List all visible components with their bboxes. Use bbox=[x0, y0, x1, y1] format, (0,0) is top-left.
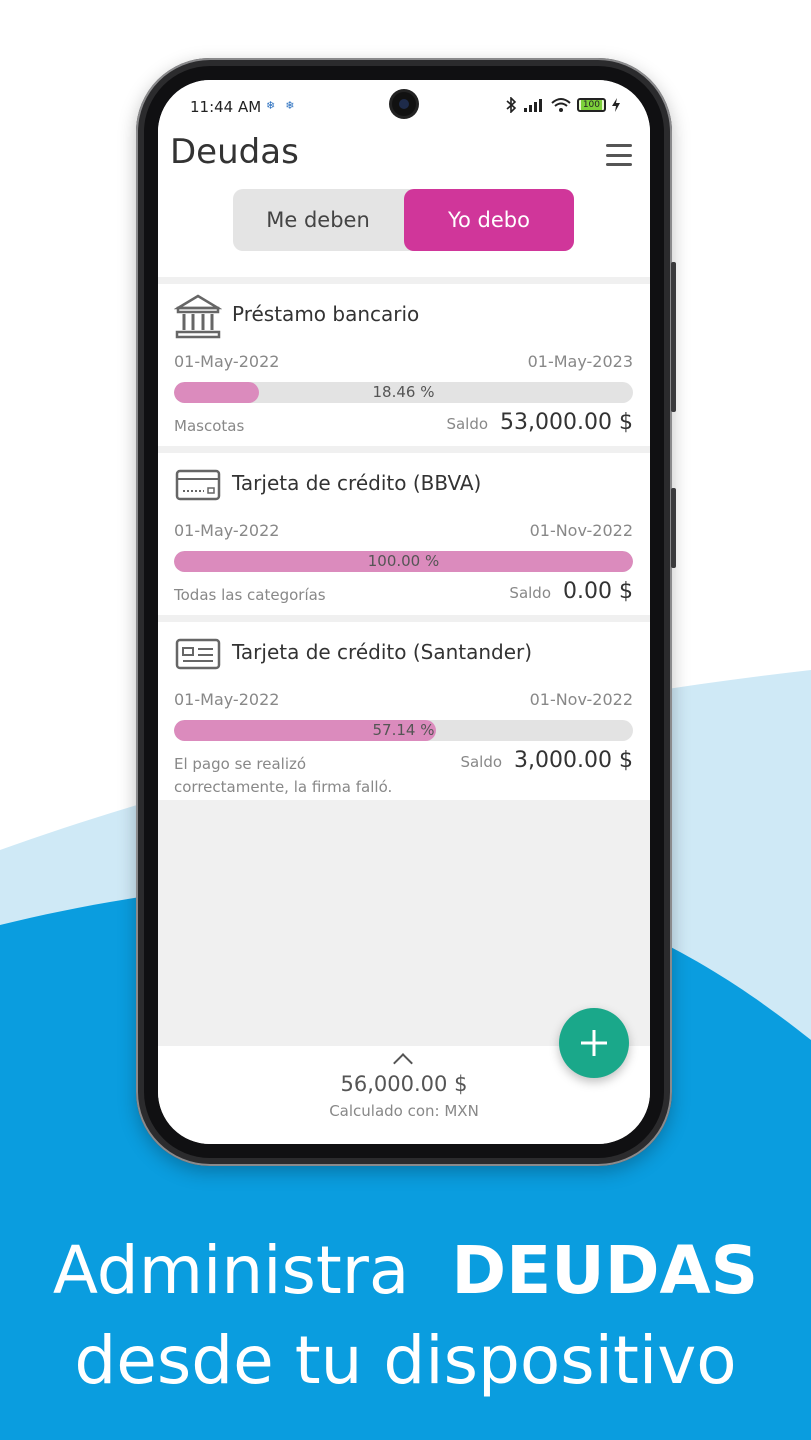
balance-value: 0.00 $ bbox=[563, 579, 633, 604]
debt-balance: Saldo 53,000.00 $ bbox=[446, 410, 633, 435]
phone-side-button bbox=[671, 262, 676, 412]
debt-name: Tarjeta de crédito (Santander) bbox=[232, 640, 533, 664]
progress-text: 18.46 % bbox=[372, 383, 435, 401]
debt-category: Mascotas bbox=[174, 417, 245, 435]
tab-me-deben[interactable]: Me deben bbox=[233, 189, 403, 251]
debt-end-date: 01-Nov-2022 bbox=[529, 521, 633, 540]
app-screen: 11:44 AM ❄❄ 100 Deudas Me deben Yo debo bbox=[158, 80, 650, 1144]
debt-direction-toggle: Me deben Yo debo bbox=[233, 189, 574, 251]
bank-icon bbox=[174, 294, 222, 339]
progress-text: 100.00 % bbox=[367, 552, 440, 570]
debt-start-date: 01-May-2022 bbox=[174, 521, 280, 540]
progress-text: 57.14 % bbox=[372, 721, 435, 739]
charging-icon bbox=[612, 98, 620, 112]
id-card-icon bbox=[175, 638, 221, 670]
debt-card[interactable]: Tarjeta de crédito (Santander) 01-May-20… bbox=[158, 622, 650, 800]
debt-name: Tarjeta de crédito (BBVA) bbox=[232, 471, 482, 495]
signal-icon bbox=[523, 99, 542, 112]
debt-balance: Saldo 0.00 $ bbox=[509, 579, 633, 604]
debt-start-date: 01-May-2022 bbox=[174, 352, 280, 371]
bluetooth-icon bbox=[506, 97, 516, 113]
status-icons: 100 bbox=[505, 97, 620, 113]
promo-line1-normal: Administra bbox=[52, 1232, 410, 1309]
credit-card-icon bbox=[175, 469, 221, 501]
debt-balance: Saldo 3,000.00 $ bbox=[460, 748, 633, 773]
balance-label: Saldo bbox=[509, 584, 552, 602]
debt-card[interactable]: Tarjeta de crédito (BBVA) 01-May-2022 01… bbox=[158, 453, 650, 615]
add-debt-button[interactable] bbox=[559, 1008, 629, 1078]
chevron-up-icon[interactable] bbox=[393, 1053, 413, 1073]
progress-bar: 57.14 % bbox=[174, 720, 633, 741]
app-header: Deudas Me deben Yo debo bbox=[158, 132, 650, 277]
status-time: 11:44 AM bbox=[190, 98, 262, 116]
debt-card[interactable]: Préstamo bancario 01-May-2022 01-May-202… bbox=[158, 284, 650, 446]
debt-start-date: 01-May-2022 bbox=[174, 690, 280, 709]
notification-icons: ❄❄ bbox=[266, 99, 305, 112]
debt-end-date: 01-May-2023 bbox=[527, 352, 633, 371]
hamburger-menu-icon[interactable] bbox=[606, 144, 632, 166]
debt-category: Todas las categorías bbox=[174, 586, 326, 604]
front-camera bbox=[392, 92, 416, 116]
promo-line1-bold: DEUDAS bbox=[451, 1232, 759, 1309]
debt-category: El pago se realizó correctamente, la fir… bbox=[174, 755, 393, 796]
progress-bar: 18.46 % bbox=[174, 382, 633, 403]
battery-icon: 100 bbox=[576, 98, 606, 112]
promo-subline: desde tu dispositivo bbox=[74, 1322, 737, 1399]
plus-icon bbox=[581, 1030, 607, 1056]
balance-value: 3,000.00 $ bbox=[514, 748, 633, 773]
status-bar: 11:44 AM ❄❄ 100 bbox=[158, 80, 650, 132]
total-amount: 56,000.00 $ bbox=[340, 1072, 468, 1096]
battery-level: 100 bbox=[580, 100, 602, 110]
debt-end-date: 01-Nov-2022 bbox=[529, 690, 633, 709]
balance-label: Saldo bbox=[446, 415, 489, 433]
wifi-icon bbox=[551, 98, 571, 112]
page-title: Deudas bbox=[170, 132, 299, 172]
debt-name: Préstamo bancario bbox=[232, 302, 420, 326]
balance-label: Saldo bbox=[460, 753, 503, 771]
tab-yo-debo[interactable]: Yo debo bbox=[404, 189, 574, 251]
balance-value: 53,000.00 $ bbox=[500, 410, 633, 435]
progress-bar: 100.00 % bbox=[174, 551, 633, 572]
currency-note: Calculado con: MXN bbox=[329, 1102, 479, 1120]
promo-headline: Administra DEUDAS bbox=[0, 1232, 811, 1309]
phone-side-button bbox=[671, 488, 676, 568]
